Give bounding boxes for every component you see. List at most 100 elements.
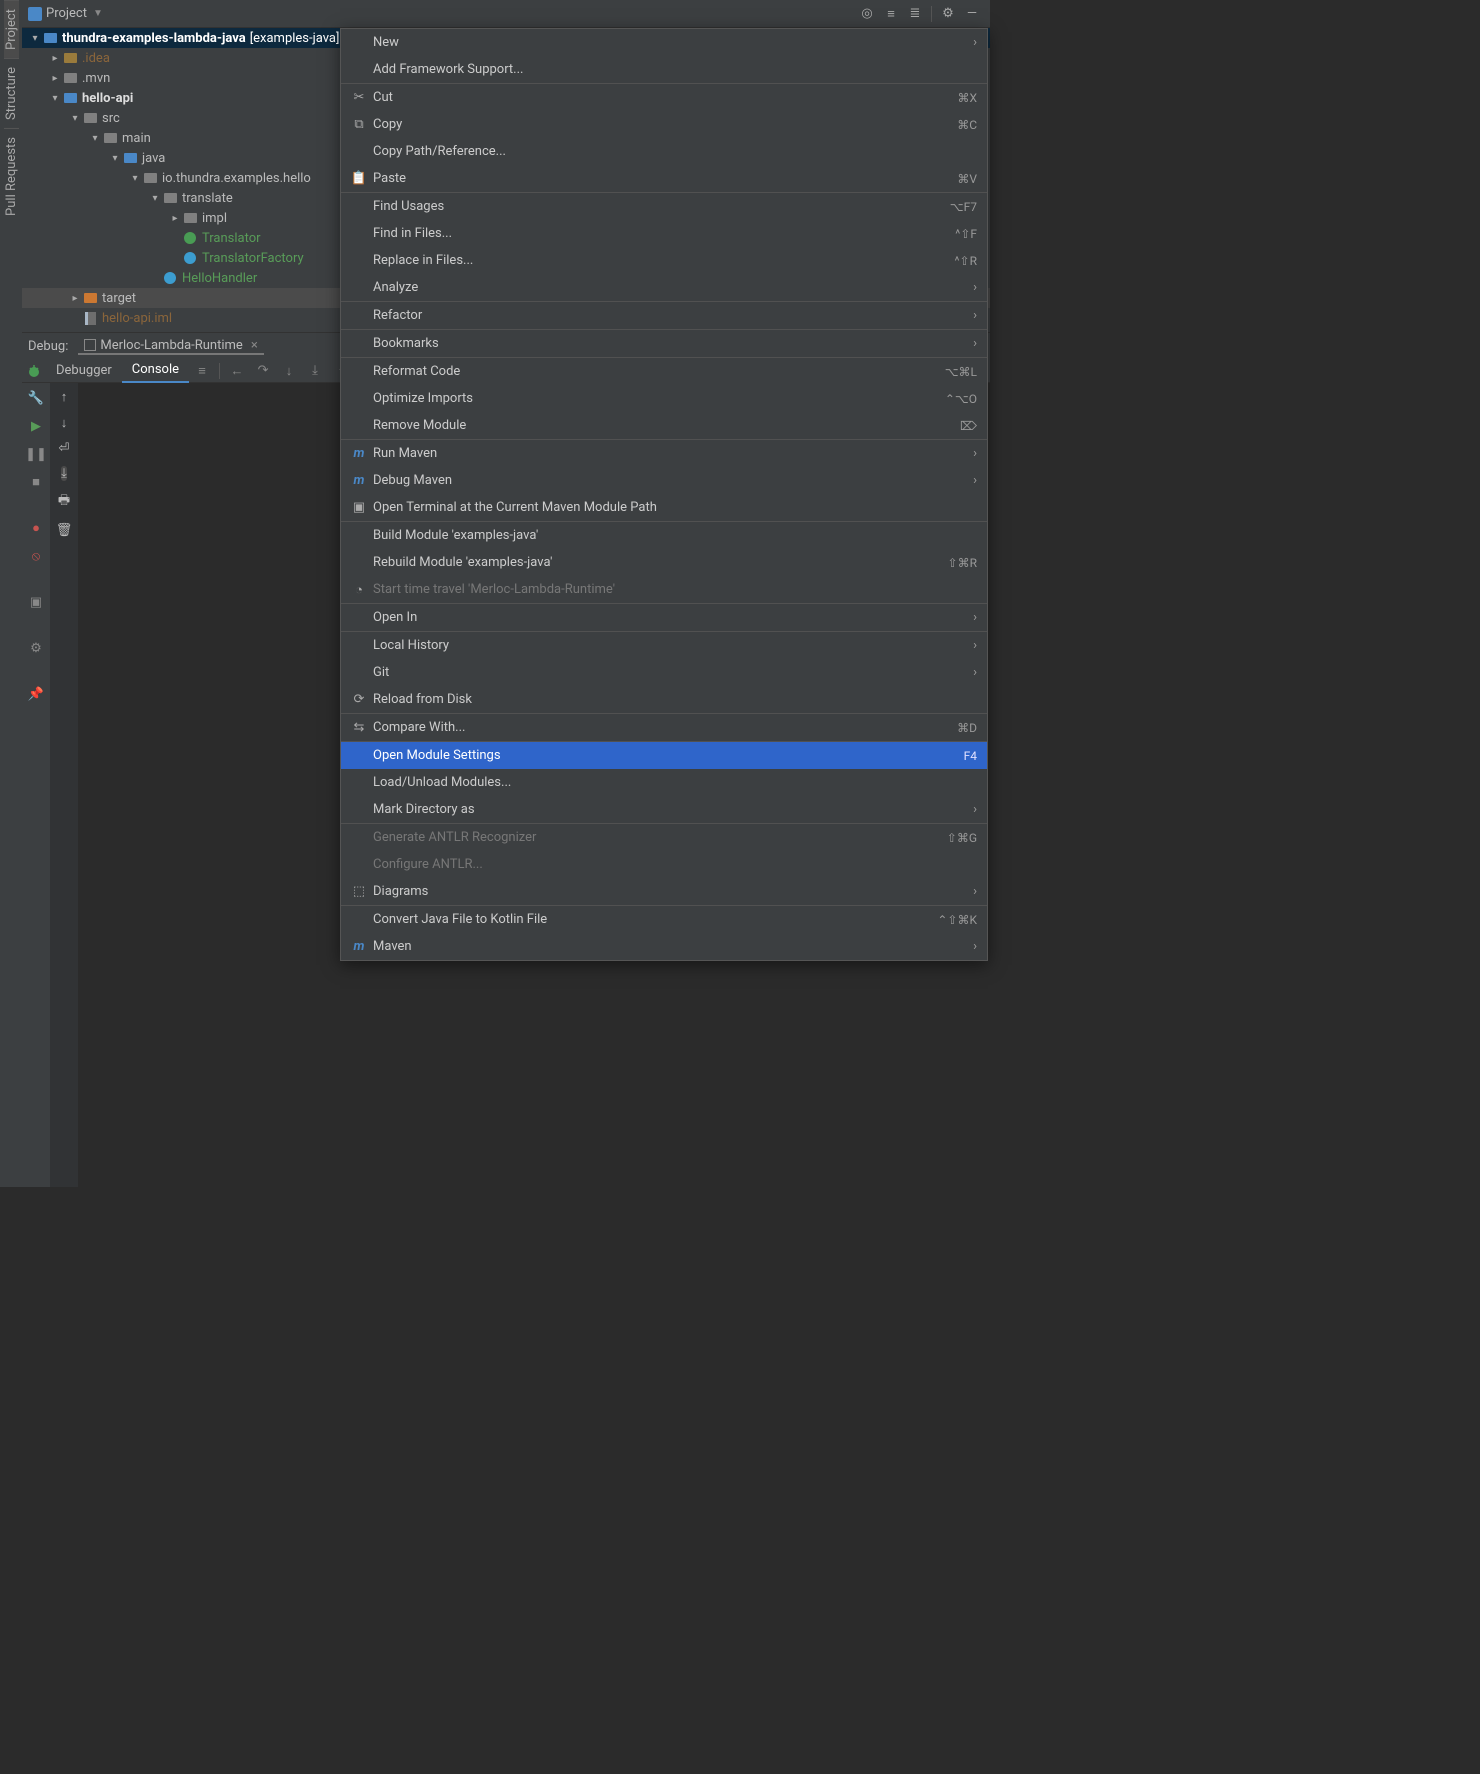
menu-item-open-terminal-at-the-current-maven-module-path[interactable]: ▣ Open Terminal at the Current Maven Modu…: [341, 494, 987, 521]
menu-item-build-module-examples-java[interactable]: Build Module 'examples-java': [341, 522, 987, 549]
menu-item-refactor[interactable]: Refactor›: [341, 302, 987, 329]
menu-label: Reformat Code: [373, 364, 945, 379]
stop-icon[interactable]: ■: [27, 473, 45, 491]
chevron-right-icon: ›: [973, 610, 977, 625]
settings-icon[interactable]: ⚙: [27, 639, 45, 657]
folder-icon: [82, 110, 98, 126]
chevron-right-icon: ›: [973, 308, 977, 323]
down-icon[interactable]: ↓: [61, 415, 68, 431]
collapse-all-icon[interactable]: ≣: [906, 5, 924, 23]
folder-icon: [102, 130, 118, 146]
menu-item-convert-java-file-to-kotlin-file[interactable]: Convert Java File to Kotlin File⌃⇧⌘K: [341, 906, 987, 933]
menu-item-paste[interactable]: 📋Paste⌘V: [341, 165, 987, 192]
folder-icon: [62, 70, 78, 86]
menu-item-load-unload-modules[interactable]: Load/Unload Modules...: [341, 769, 987, 796]
menu-label: New: [373, 35, 973, 50]
tree-label: Translator: [202, 231, 261, 246]
tab-console[interactable]: Console: [122, 359, 189, 383]
term-icon: ▣: [349, 500, 369, 515]
menu-item-mark-directory-as[interactable]: Mark Directory as›: [341, 796, 987, 823]
menu-item-analyze[interactable]: Analyze›: [341, 274, 987, 301]
menu-item-debug-maven[interactable]: mDebug Maven›: [341, 467, 987, 494]
menu-label: Analyze: [373, 280, 973, 295]
chevron-down-icon: ▾: [68, 113, 82, 124]
mvn-icon: m: [349, 939, 369, 954]
pin-icon[interactable]: 📌: [27, 685, 45, 703]
menu-item-compare-with[interactable]: ⇆Compare With...⌘D: [341, 714, 987, 741]
package-icon: [162, 190, 178, 206]
chevron-right-icon: ›: [973, 280, 977, 295]
menu-item-bookmarks[interactable]: Bookmarks›: [341, 330, 987, 357]
locate-icon[interactable]: ◎: [858, 5, 876, 23]
debug-label: Debug:: [28, 339, 68, 354]
menu-item-find-usages[interactable]: Find Usages⌥F7: [341, 193, 987, 220]
close-icon[interactable]: ×: [251, 338, 258, 353]
step-into-icon[interactable]: ↓: [278, 360, 300, 382]
tab-project[interactable]: Project: [4, 0, 19, 58]
shortcut-label: ⇧⌘G: [947, 831, 977, 845]
menu-item-add-framework-support[interactable]: Add Framework Support...: [341, 56, 987, 83]
menu-label: Configure ANTLR...: [373, 857, 977, 872]
print-icon[interactable]: 🖶: [58, 491, 70, 513]
menu-label: Find Usages: [373, 199, 950, 214]
project-view-selector[interactable]: Project ▼: [28, 6, 103, 21]
hide-icon[interactable]: —: [963, 5, 981, 23]
menu-label: Run Maven: [373, 446, 973, 461]
scroll-to-end-icon[interactable]: ⤓: [61, 466, 67, 481]
expand-all-icon[interactable]: ≡: [882, 5, 900, 23]
tab-structure[interactable]: Structure: [4, 58, 19, 128]
tab-debugger[interactable]: Debugger: [46, 359, 122, 383]
mvn-icon: m: [349, 473, 369, 488]
menu-item-open-module-settings[interactable]: Open Module SettingsF4: [341, 742, 987, 769]
mute-breakpoints-icon[interactable]: ⦸: [27, 547, 45, 565]
soft-wrap-icon[interactable]: ⏎: [59, 441, 70, 456]
up-icon[interactable]: ↑: [61, 389, 68, 405]
clear-icon[interactable]: 🗑: [56, 523, 73, 538]
pause-icon[interactable]: ❚❚: [27, 445, 45, 463]
menu-item-diagrams[interactable]: ⬚Diagrams›: [341, 878, 987, 905]
left-tool-strip: Project Structure Pull Requests: [0, 0, 22, 1187]
chevron-right-icon: ▸: [68, 293, 82, 304]
menu-item-cut[interactable]: ✂Cut⌘X: [341, 84, 987, 111]
menu-item-open-in[interactable]: Open In›: [341, 604, 987, 631]
debug-runconfig-tab[interactable]: Merloc-Lambda-Runtime ×: [78, 338, 263, 355]
chevron-right-icon: ›: [973, 638, 977, 653]
menu-item-rebuild-module-examples-java[interactable]: Rebuild Module 'examples-java'⇧⌘R: [341, 549, 987, 576]
menu-item-reload-from-disk[interactable]: ⟳Reload from Disk: [341, 686, 987, 713]
menu-item-copy-path-reference[interactable]: Copy Path/Reference...: [341, 138, 987, 165]
menu-label: Find in Files...: [373, 226, 955, 241]
menu-item-copy[interactable]: ⧉Copy⌘C: [341, 111, 987, 138]
menu-item-replace-in-files[interactable]: Replace in Files...^⇧R: [341, 247, 987, 274]
wrench-icon[interactable]: 🔧: [27, 389, 45, 407]
chevron-right-icon: ▸: [48, 73, 62, 84]
force-step-into-icon[interactable]: ⤓: [304, 360, 326, 382]
gear-icon[interactable]: ⚙: [939, 5, 957, 23]
menu-item-git[interactable]: Git›: [341, 659, 987, 686]
shortcut-label: ⌃⌥O: [945, 392, 977, 406]
menu-item-find-in-files[interactable]: Find in Files...^⇧F: [341, 220, 987, 247]
menu-label: Open Terminal at the Current Maven Modul…: [373, 500, 977, 515]
menu-label: Start time travel 'Merloc-Lambda-Runtime…: [373, 582, 977, 597]
resume-icon[interactable]: ▶: [27, 417, 45, 435]
console-toolbar: ↑ ↓ ⏎ ⤓ 🖶 🗑: [50, 383, 78, 1187]
shortcut-label: ⌘X: [957, 91, 977, 105]
menu-item-remove-module[interactable]: Remove Module⌦: [341, 412, 987, 439]
menu-item-reformat-code[interactable]: Reformat Code⌥⌘L: [341, 358, 987, 385]
menu-label: Optimize Imports: [373, 391, 945, 406]
menu-label: Mark Directory as: [373, 802, 973, 817]
tree-label: .idea: [82, 51, 110, 66]
menu-item-run-maven[interactable]: mRun Maven›: [341, 440, 987, 467]
threads-icon[interactable]: ≡: [191, 360, 213, 382]
tab-pull-requests[interactable]: Pull Requests: [4, 128, 19, 224]
menu-item-optimize-imports[interactable]: Optimize Imports⌃⌥O: [341, 385, 987, 412]
chevron-right-icon: ▸: [48, 53, 62, 64]
menu-item-new[interactable]: New›: [341, 29, 987, 56]
camera-icon[interactable]: ▣: [27, 593, 45, 611]
view-breakpoints-icon[interactable]: ●: [27, 519, 45, 537]
menu-label: Load/Unload Modules...: [373, 775, 977, 790]
step-over-icon[interactable]: ↷: [252, 360, 274, 382]
menu-item-local-history[interactable]: Local History›: [341, 632, 987, 659]
menu-item-configure-antlr: Configure ANTLR...: [341, 851, 987, 878]
step-back-icon[interactable]: ←: [226, 360, 248, 382]
menu-item-maven[interactable]: mMaven›: [341, 933, 987, 960]
